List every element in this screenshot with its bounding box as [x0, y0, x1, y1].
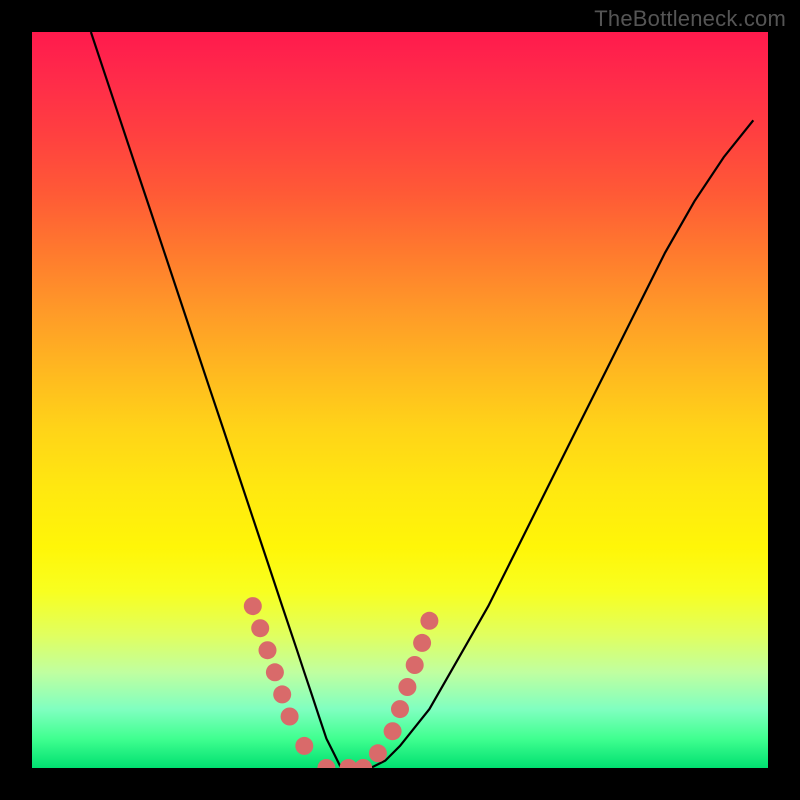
marker-dot — [317, 759, 335, 768]
watermark-text: TheBottleneck.com — [594, 6, 786, 32]
marker-dot — [384, 722, 402, 740]
marker-dot — [406, 656, 424, 674]
curve-line — [91, 32, 753, 768]
bottleneck-curve — [91, 32, 753, 768]
marker-dot — [244, 597, 262, 615]
chart-svg — [32, 32, 768, 768]
marker-dot — [266, 663, 284, 681]
highlight-markers — [244, 597, 439, 768]
marker-dot — [391, 700, 409, 718]
marker-dot — [251, 619, 269, 637]
marker-dot — [369, 744, 387, 762]
chart-frame: TheBottleneck.com — [0, 0, 800, 800]
marker-dot — [259, 641, 277, 659]
marker-dot — [273, 685, 291, 703]
marker-dot — [398, 678, 416, 696]
plot-area — [32, 32, 768, 768]
marker-dot — [354, 759, 372, 768]
marker-dot — [295, 737, 313, 755]
marker-dot — [281, 708, 299, 726]
marker-dot — [420, 612, 438, 630]
marker-dot — [413, 634, 431, 652]
